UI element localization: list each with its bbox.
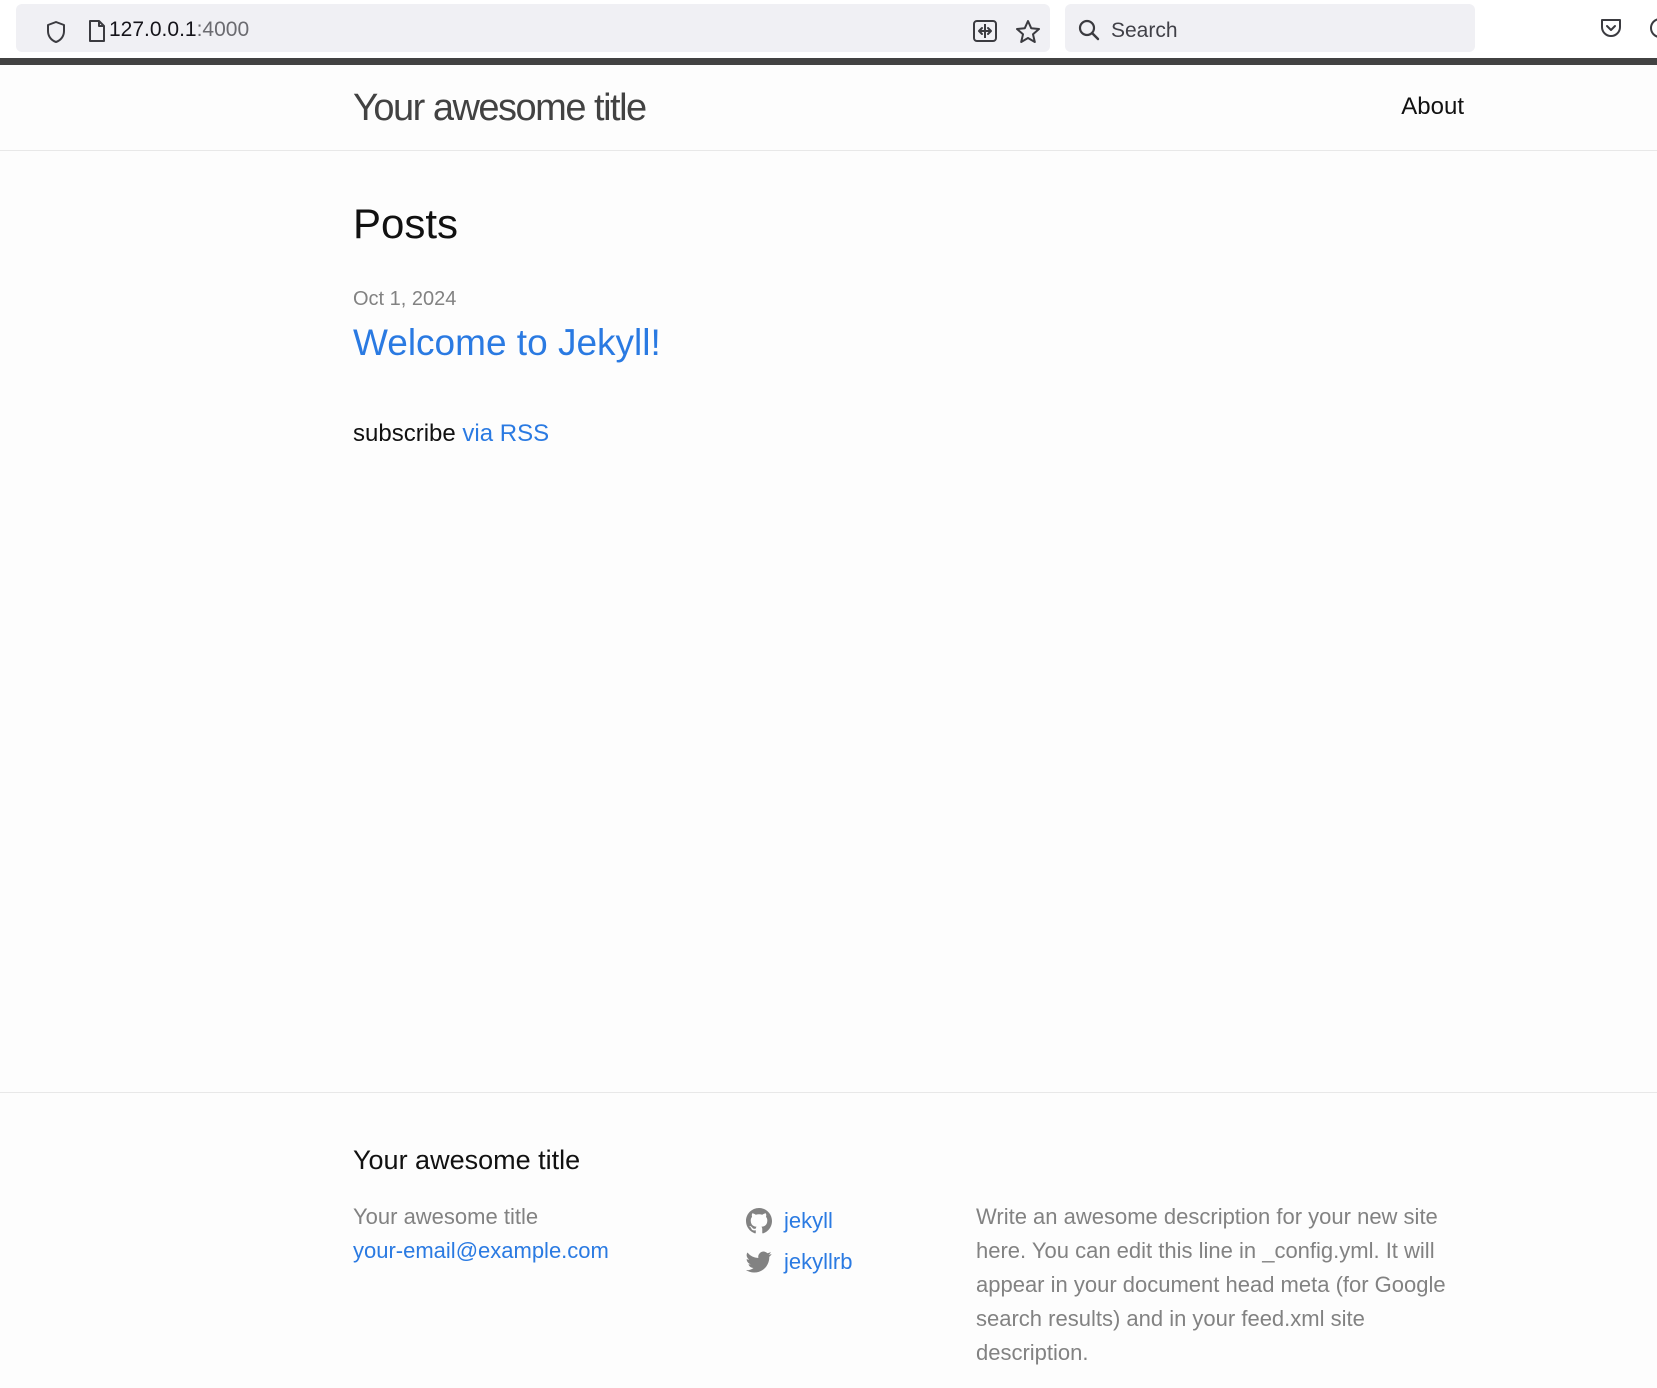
twitter-icon[interactable] (746, 1249, 772, 1275)
pocket-icon[interactable] (1599, 16, 1623, 40)
shield-icon[interactable] (44, 20, 68, 44)
browser-toolbar: 127.0.0.1:4000 Search (0, 0, 1657, 58)
address-bar[interactable]: 127.0.0.1:4000 (16, 4, 1050, 52)
nav-about-link[interactable]: About (1401, 93, 1464, 121)
header-top-border (0, 58, 1657, 65)
twitter-link[interactable]: jekyllrb (784, 1241, 852, 1282)
account-icon[interactable] (1648, 16, 1657, 40)
footer-site-name: Your awesome title (353, 1204, 539, 1229)
search-icon (1078, 19, 1100, 41)
page-heading: Posts (353, 200, 459, 247)
footer-contact: Your awesome title your-email@example.co… (353, 1200, 609, 1268)
url-text[interactable]: 127.0.0.1:4000 (109, 18, 249, 42)
post-date: Oct 1, 2024 (353, 288, 457, 310)
rss-prefix: subscribe (353, 420, 463, 447)
footer-email-link[interactable]: your-email@example.com (353, 1234, 609, 1268)
rss-link[interactable]: via RSS (462, 420, 549, 447)
social-item-twitter: jekyllrb (746, 1241, 852, 1282)
footer-heading: Your awesome title (353, 1145, 581, 1175)
site-footer: Your awesome title Your awesome title yo… (0, 1092, 1657, 1388)
search-bar[interactable]: Search (1065, 4, 1475, 52)
footer-social: jekyll jekyllrb (746, 1200, 852, 1282)
social-item-github: jekyll (746, 1200, 852, 1241)
site-title-link[interactable]: Your awesome title (353, 87, 647, 130)
rss-subscribe: subscribe via RSS (353, 420, 549, 448)
post-title-link[interactable]: Welcome to Jekyll! (353, 322, 661, 364)
footer-description: Write an awesome description for your ne… (976, 1204, 1446, 1365)
url-host: 127.0.0.1 (109, 18, 197, 41)
bookmark-star-icon[interactable] (1014, 18, 1042, 46)
github-icon[interactable] (746, 1207, 772, 1234)
github-link[interactable]: jekyll (784, 1200, 833, 1241)
url-port: :4000 (196, 18, 250, 41)
page-icon (89, 20, 105, 42)
reader-view-icon[interactable] (972, 19, 998, 43)
search-placeholder: Search (1111, 19, 1178, 42)
site-header: Your awesome title About (0, 65, 1657, 151)
